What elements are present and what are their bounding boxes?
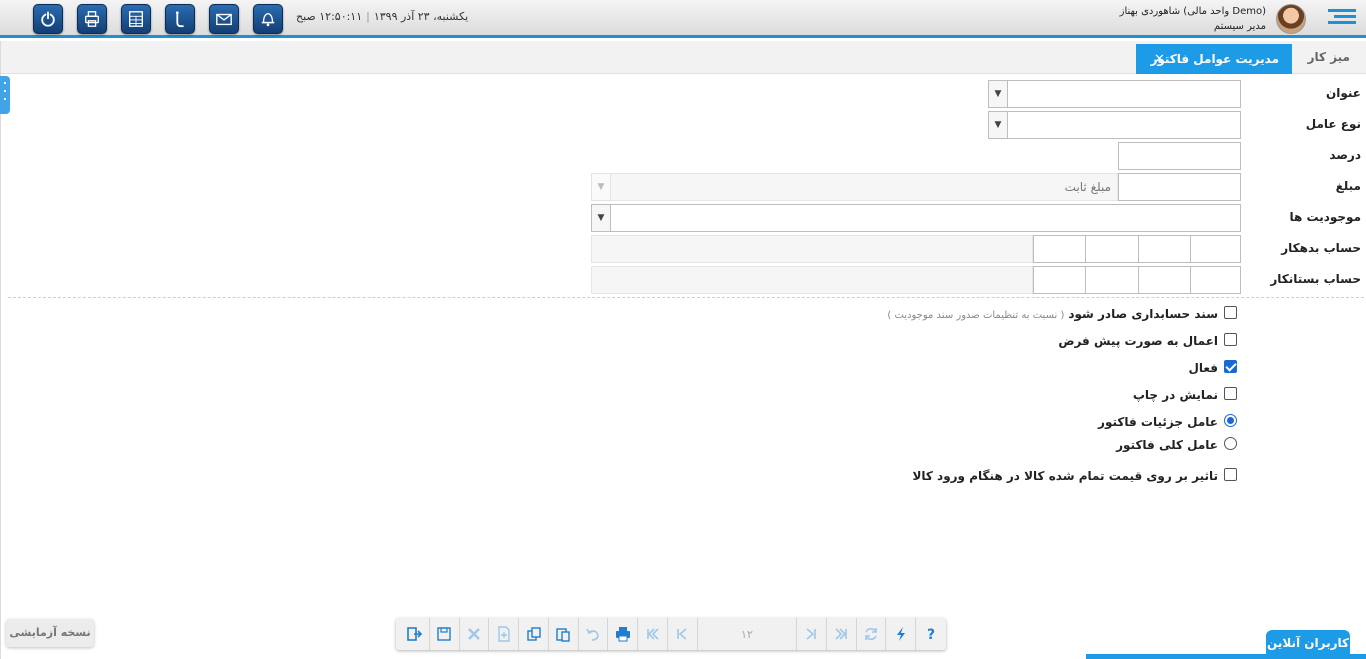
printer-icon[interactable] [77,4,107,34]
paste-icon[interactable] [549,618,579,650]
active-checkbox[interactable] [1224,360,1237,373]
tab-desk[interactable]: میز کار [1308,50,1350,64]
previous-record-icon[interactable] [668,618,698,650]
lightning-icon[interactable] [886,618,917,650]
amount-input[interactable] [1118,173,1241,201]
credit-account-part-4[interactable] [1033,266,1086,294]
save-icon[interactable] [430,618,460,650]
power-icon[interactable] [33,4,63,34]
bell-icon[interactable] [253,4,283,34]
current-date: یکشنبه، ۲۳ آذر ۱۳۹۹ [373,10,469,23]
amount-label: مبلغ [1335,179,1361,193]
default-apply-label: اعمال به صورت پیش فرض [1058,334,1218,348]
title-label: عنوان [1326,86,1361,100]
side-panel-handle[interactable] [0,76,10,114]
amount-type-select[interactable]: مبلغ ثابت [610,173,1118,201]
date-time: یکشنبه، ۲۳ آذر ۱۳۹۹|۱۲:۵۰:۱۱ صبح [296,10,469,23]
tab-factor-management[interactable]: مدیریت عوامل فاکتور ✕ [1136,44,1292,74]
online-users-button[interactable]: کاربران آنلاین [1266,630,1350,656]
percent-label: درصد [1329,148,1361,162]
copy-icon[interactable] [519,618,549,650]
phone-icon[interactable] [165,4,195,34]
undo-icon[interactable] [579,618,609,650]
cost-effect-checkbox[interactable] [1224,468,1237,481]
cost-effect-label: تاثیر بر روی قیمت تمام شده کالا در هنگام… [912,469,1218,483]
hamburger-menu-icon[interactable] [1328,9,1356,29]
detail-factor-radio[interactable] [1224,414,1237,427]
amount-type-chevron-down-icon[interactable]: ▼ [591,173,611,201]
credit-account-part-1[interactable] [1190,266,1241,294]
page-number[interactable]: ۱۲ [698,618,798,650]
trial-version-badge: نسخه آزمایشی [6,619,94,647]
entities-input[interactable] [610,204,1241,232]
tab-label: مدیریت عوامل فاکتور [1150,52,1279,66]
title-dropdown-chevron-down-icon[interactable]: ▼ [988,80,1008,108]
show-in-print-checkbox[interactable] [1224,387,1237,400]
online-users-bar [1086,654,1366,659]
user-role: مدیر سیستم [1213,21,1266,32]
debit-account-description [591,235,1033,263]
detail-factor-label: عامل جزئیات فاکتور [1098,415,1218,429]
debit-account-part-1[interactable] [1190,235,1241,263]
last-record-icon[interactable] [827,618,857,650]
type-label: نوع عامل [1305,117,1361,131]
entities-label: موجودیت ها [1289,210,1362,224]
debit-account-part-2[interactable] [1138,235,1191,263]
debit-account-label: حساب بدهکار [1281,241,1361,255]
current-time: ۱۲:۵۰:۱۱ صبح [296,10,363,23]
tab-strip: میز کار مدیریت عوامل فاکتور ✕ [0,41,1366,74]
credit-account-part-3[interactable] [1085,266,1139,294]
left-border [0,41,1,659]
percent-input[interactable] [1118,142,1241,170]
title-input[interactable] [1007,80,1241,108]
calculator-icon[interactable] [121,4,151,34]
user-name: شاهوردی بهناز (واحد مالی Demo) [1119,6,1266,17]
show-in-print-label: نمایش در چاپ [1132,388,1218,402]
section-divider [8,297,1364,298]
type-dropdown-chevron-down-icon[interactable]: ▼ [988,111,1008,139]
user-avatar[interactable] [1276,4,1306,34]
credit-account-label: حساب بستانکار [1270,272,1361,286]
record-toolbar: ۱۲ ? [396,618,946,650]
print-icon[interactable] [608,618,639,650]
mail-icon[interactable] [209,4,239,34]
general-factor-label: عامل کلی فاکتور [1116,438,1218,452]
help-icon[interactable]: ? [916,618,946,650]
delete-icon[interactable] [460,618,490,650]
entities-chevron-down-icon[interactable]: ▼ [591,204,611,232]
user-info: شاهوردی بهناز (واحد مالی Demo) مدیر سیست… [1120,4,1266,34]
credit-account-description [591,266,1033,294]
debit-account-part-4[interactable] [1033,235,1086,263]
first-record-icon[interactable] [638,618,669,650]
exit-icon[interactable] [400,618,430,650]
accounting-doc-hint: ( نسبت به تنظیمات صدور سند موجودیت ) [887,310,1065,321]
svg-text:?: ? [927,627,935,642]
amount-type-value: مبلغ ثابت [1064,180,1111,194]
next-record-icon[interactable] [797,618,827,650]
close-icon[interactable]: ✕ [1154,52,1165,67]
header-icons [33,4,283,34]
accounting-doc-checkbox[interactable] [1224,306,1237,319]
accounting-doc-text: سند حسابداری صادر شود [1068,307,1218,321]
top-bar: شاهوردی بهناز (واحد مالی Demo) مدیر سیست… [0,0,1366,38]
accounting-doc-label: سند حسابداری صادر شود( نسبت به تنظیمات ص… [887,307,1218,321]
credit-account-part-2[interactable] [1138,266,1191,294]
default-apply-checkbox[interactable] [1224,333,1237,346]
new-record-icon[interactable] [489,618,520,650]
active-label: فعال [1188,361,1218,375]
general-factor-radio[interactable] [1224,437,1237,450]
debit-account-part-3[interactable] [1085,235,1139,263]
refresh-icon[interactable] [857,618,887,650]
type-input[interactable] [1007,111,1241,139]
